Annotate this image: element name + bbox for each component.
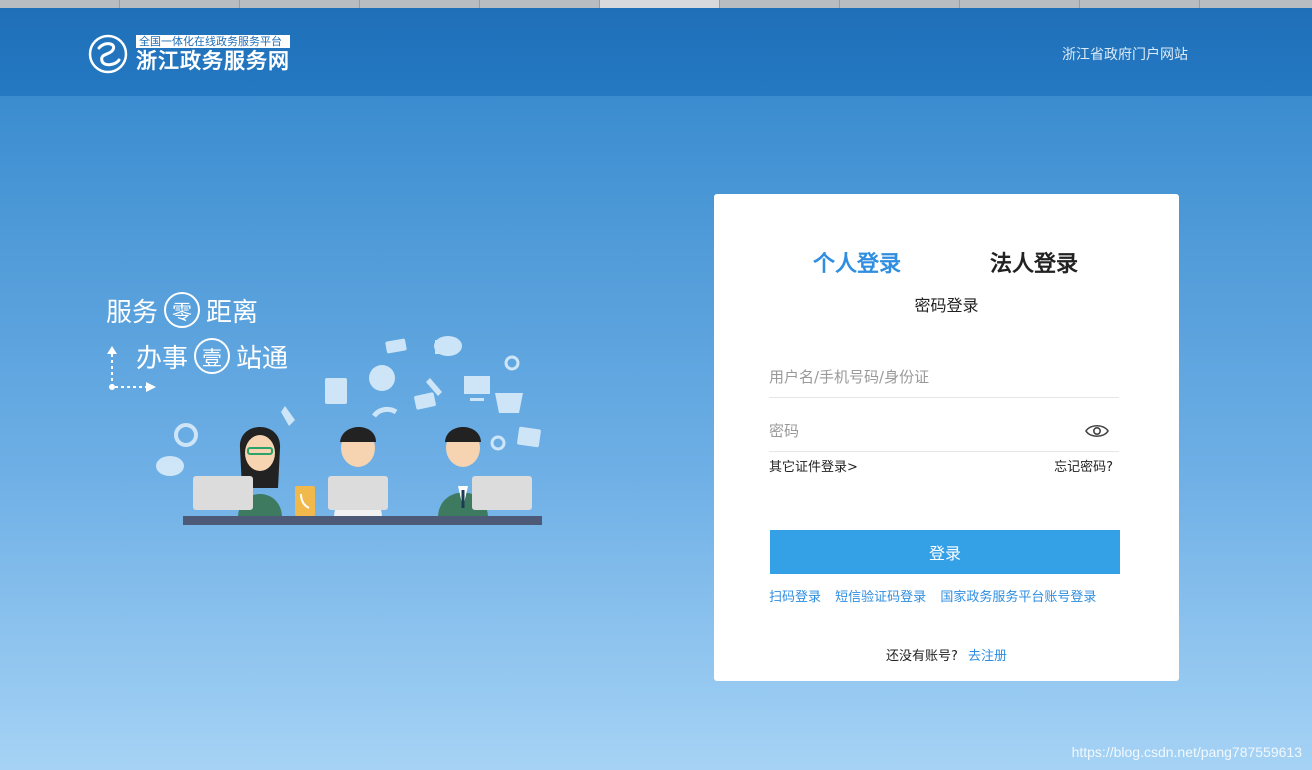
site-header: 全国一体化在线政务服务平台 浙江政务服务网 浙江省政府门户网站	[0, 8, 1312, 96]
sms-code-login-link[interactable]: 短信验证码登录	[835, 590, 926, 605]
browser-tab[interactable]	[360, 0, 480, 8]
browser-tab[interactable]	[960, 0, 1080, 8]
register-link[interactable]: 去注册	[968, 649, 1007, 664]
logo-text: 全国一体化在线政务服务平台 浙江政务服务网	[136, 34, 290, 74]
browser-tab[interactable]	[0, 0, 120, 8]
logo-subtitle: 全国一体化在线政务服务平台	[136, 34, 290, 48]
username-field	[769, 358, 1119, 398]
national-platform-login-link[interactable]: 国家政务服务平台账号登录	[940, 590, 1096, 605]
tab-personal-login[interactable]: 个人登录	[813, 246, 901, 278]
logo-mark-icon	[88, 34, 128, 74]
forgot-password-link[interactable]: 忘记密码?	[1054, 456, 1113, 475]
browser-tab[interactable]	[240, 0, 360, 8]
browser-tab[interactable]	[1080, 0, 1200, 8]
register-row: 还没有账号? 去注册	[714, 645, 1179, 664]
login-card: 个人登录 法人登录 密码登录 其它证件登录> 忘记密码? 登录 扫码登录 短信验…	[714, 194, 1179, 681]
password-input[interactable]	[769, 412, 1119, 450]
logo-title: 浙江政务服务网	[136, 47, 290, 73]
browser-tab[interactable]	[120, 0, 240, 8]
other-certificate-login-link[interactable]: 其它证件登录>	[769, 456, 858, 475]
browser-tab[interactable]	[480, 0, 600, 8]
login-button[interactable]: 登录	[770, 530, 1120, 574]
browser-tab[interactable]	[840, 0, 960, 8]
tab-legal-person-login[interactable]: 法人登录	[990, 246, 1078, 278]
register-question: 还没有账号?	[885, 649, 958, 664]
browser-tab-strip	[0, 0, 1312, 8]
browser-tab[interactable]	[720, 0, 840, 8]
password-field	[769, 412, 1119, 452]
alternative-login-links: 扫码登录 短信验证码登录 国家政务服务平台账号登录	[769, 586, 1129, 605]
login-tabs: 个人登录 法人登录	[714, 246, 1179, 280]
show-password-eye-icon[interactable]	[1085, 422, 1109, 440]
site-logo[interactable]: 全国一体化在线政务服务平台 浙江政务服务网	[88, 32, 298, 76]
customer-service-illustration	[156, 336, 542, 525]
username-input[interactable]	[769, 358, 1119, 396]
login-mode-title: 密码登录	[914, 296, 979, 315]
gov-portal-link[interactable]: 浙江省政府门户网站	[1062, 44, 1188, 64]
watermark-text: https://blog.csdn.net/pang787559613	[1071, 744, 1302, 760]
browser-tab-active[interactable]	[600, 0, 720, 8]
qr-code-login-link[interactable]: 扫码登录	[769, 590, 821, 605]
